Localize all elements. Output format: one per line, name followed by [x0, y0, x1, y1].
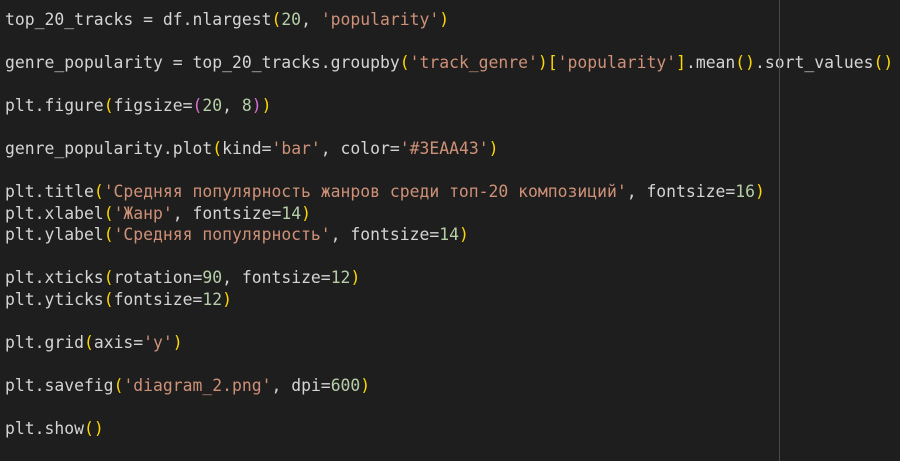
code-token: plt.xlabel — [5, 203, 104, 223]
code-line[interactable]: plt.grid(axis='y') — [5, 332, 893, 354]
code-token: plt.xticks — [5, 268, 104, 287]
code-token: 20 — [281, 10, 302, 29]
code-token: , fontsize= — [222, 268, 331, 287]
code-token: axis= — [93, 332, 144, 352]
code-token: 90 — [202, 268, 223, 287]
code-token: '#3EAA43' — [399, 139, 489, 158]
code-token: , dpi= — [271, 375, 331, 395]
code-token: 14 — [439, 225, 459, 244]
code-token: ( — [192, 96, 203, 115]
code-token: ) — [251, 96, 262, 115]
code-token: )[ — [537, 53, 558, 72]
code-token: 'popularity' — [557, 53, 677, 72]
code-token: genre_popularity.plot — [5, 139, 213, 158]
code-token: plt.show — [5, 418, 84, 438]
code-token: fontsize= — [113, 289, 203, 309]
code-token: , fontsize= — [330, 225, 440, 244]
code-token: ) — [350, 268, 361, 287]
code-line[interactable]: plt.xlabel('Жанр', fontsize=14) — [5, 203, 893, 225]
code-token: ( — [83, 332, 94, 352]
code-line[interactable] — [5, 246, 893, 268]
code-token: 'diagram_2.png' — [123, 375, 272, 395]
code-token: rotation= — [113, 268, 203, 287]
code-token: top_20_tracks = df.nlargest — [5, 10, 272, 29]
code-token: ) — [301, 203, 311, 223]
code-line[interactable]: plt.ylabel('Средняя популярность', fonts… — [5, 224, 893, 246]
code-token: 'popularity' — [320, 10, 440, 29]
code-token: .sort_values — [755, 53, 874, 72]
code-token: ) — [458, 225, 469, 244]
code-editor[interactable]: top_20_tracks = df.nlargest(20, 'popular… — [5, 9, 893, 439]
code-token: ( — [212, 139, 223, 158]
code-token: ) — [261, 96, 272, 115]
code-token: 14 — [281, 203, 302, 223]
editor-ruler-line — [779, 0, 780, 461]
code-line[interactable]: genre_popularity = top_20_tracks.groupby… — [5, 52, 893, 74]
code-token: genre_popularity = top_20_tracks.groupby — [5, 53, 400, 72]
code-token: , fontsize= — [172, 203, 282, 223]
code-token: , fontsize= — [626, 182, 736, 201]
code-token: 'Средняя популярность' — [113, 225, 331, 244]
code-token: ( — [103, 96, 114, 115]
code-line[interactable]: plt.figure(figsize=(20, 8)) — [5, 95, 893, 117]
code-token: , — [222, 96, 242, 115]
code-token: plt.ylabel — [5, 225, 104, 244]
code-token: () — [735, 53, 756, 72]
code-token: ) — [755, 182, 765, 201]
code-token: 'track_genre' — [409, 53, 538, 72]
code-token: ) — [172, 332, 183, 352]
code-line[interactable]: plt.xticks(rotation=90, fontsize=12) — [5, 267, 893, 289]
code-line[interactable] — [5, 31, 893, 53]
code-token: 20 — [202, 96, 223, 115]
code-token: ( — [103, 203, 114, 223]
code-token: () — [83, 418, 104, 438]
code-token: ( — [271, 10, 282, 29]
code-token: ) — [488, 139, 499, 158]
code-token: plt.figure — [5, 96, 104, 115]
code-line[interactable] — [5, 353, 893, 375]
code-token: kind= — [222, 139, 272, 158]
code-line[interactable]: plt.savefig('diagram_2.png', dpi=600) — [5, 375, 893, 397]
code-token: plt.savefig — [5, 375, 114, 395]
code-line[interactable]: plt.title('Средняя популярность жанров с… — [5, 181, 893, 203]
code-token: .mean — [685, 53, 736, 72]
code-token: 12 — [202, 289, 223, 309]
code-token: 'bar' — [271, 139, 321, 158]
code-token: plt.grid — [5, 332, 84, 352]
code-token: 'y' — [143, 332, 173, 352]
code-token: ) — [222, 289, 232, 309]
code-token: 12 — [330, 268, 351, 287]
code-line[interactable] — [5, 396, 893, 418]
code-line[interactable]: top_20_tracks = df.nlargest(20, 'popular… — [5, 9, 893, 31]
code-token: ( — [103, 225, 114, 244]
code-token: () — [873, 53, 894, 72]
code-token: 8 — [241, 96, 252, 115]
code-token: ] — [676, 53, 686, 72]
code-token: ( — [399, 53, 410, 72]
code-line[interactable] — [5, 117, 893, 139]
code-token: ( — [93, 182, 104, 201]
code-token: figsize= — [113, 96, 193, 115]
code-token: 16 — [735, 182, 756, 201]
code-token: ( — [113, 375, 124, 395]
code-token: ) — [439, 10, 450, 29]
code-line[interactable]: plt.show() — [5, 418, 893, 440]
code-token: ) — [360, 375, 371, 395]
code-token: plt.title — [5, 182, 94, 201]
code-line[interactable] — [5, 74, 893, 96]
code-token: 'Средняя популярность жанров среди топ-2… — [103, 182, 627, 201]
code-token: ( — [103, 268, 114, 287]
code-token: 'Жанр' — [113, 203, 173, 223]
code-line[interactable] — [5, 310, 893, 332]
code-token: 600 — [330, 375, 361, 395]
code-line[interactable] — [5, 160, 893, 182]
code-line[interactable]: genre_popularity.plot(kind='bar', color=… — [5, 138, 893, 160]
code-token: plt.yticks — [5, 289, 104, 309]
code-token: ( — [103, 289, 114, 309]
code-token: , — [301, 10, 321, 29]
code-line[interactable]: plt.yticks(fontsize=12) — [5, 289, 893, 311]
code-token: , color= — [320, 139, 400, 158]
